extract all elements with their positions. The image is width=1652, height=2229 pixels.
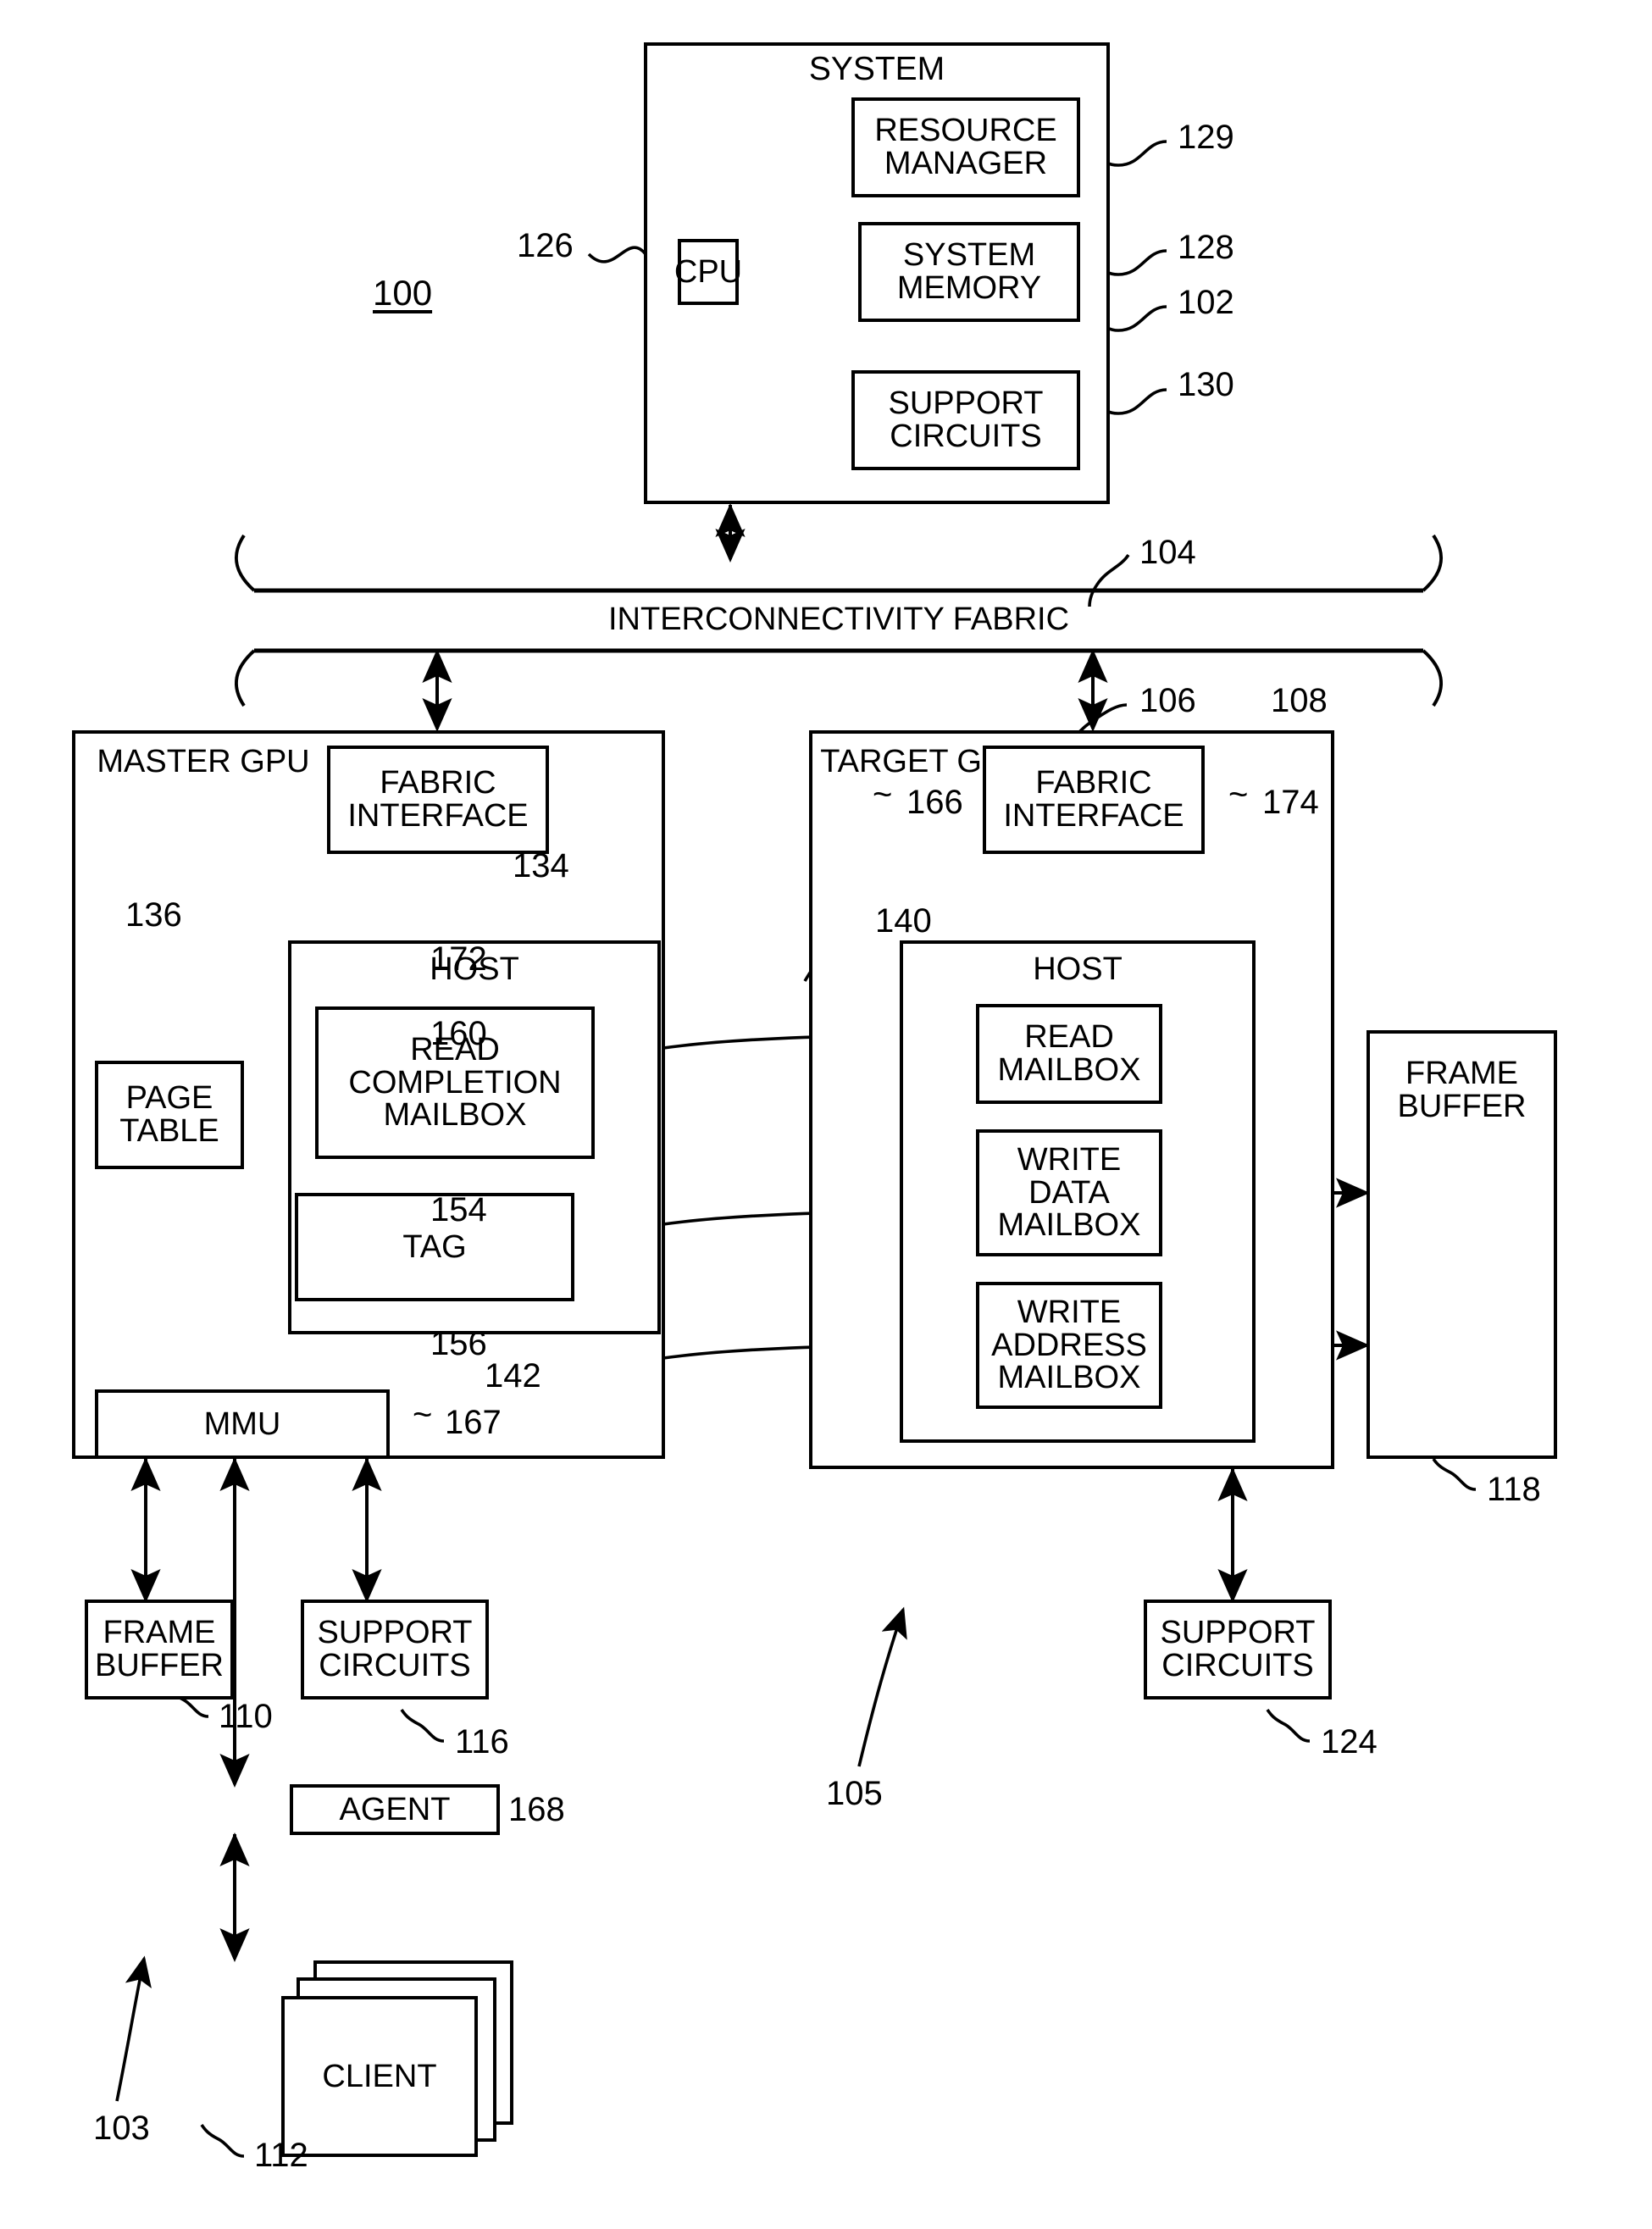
read-mailbox-line2: MAILBOX xyxy=(997,1052,1141,1088)
master-frame-buffer-line1: FRAME xyxy=(103,1615,216,1651)
ref-140: 140 xyxy=(875,902,932,940)
detail-ref-105: 105 xyxy=(826,1775,883,1812)
master-frame-buffer-line2: BUFFER xyxy=(95,1648,224,1683)
target-support-circuits-line2: CIRCUITS xyxy=(1161,1648,1314,1683)
target-support-circuits-line1: SUPPORT xyxy=(1160,1615,1316,1651)
master-fabric-interface-line2: INTERFACE xyxy=(347,798,529,834)
fabric-label: INTERCONNECTIVITY FABRIC xyxy=(607,602,1070,637)
ref-166: 166 xyxy=(906,784,963,821)
cpu-box[interactable]: CPU xyxy=(674,239,742,305)
ref-174: 174 xyxy=(1262,784,1319,821)
ref-112: 112 xyxy=(254,2137,308,2174)
resource-manager-label-line1: RESOURCE xyxy=(874,113,1057,149)
resource-manager-label-line2: MANAGER xyxy=(884,146,1048,181)
system-support-circuits-line2: CIRCUITS xyxy=(890,419,1042,454)
write-data-mailbox-box[interactable]: WRITE DATA MAILBOX xyxy=(976,1129,1162,1256)
master-frame-buffer-box[interactable]: FRAME BUFFER xyxy=(85,1600,234,1699)
agent-box[interactable]: AGENT xyxy=(290,1784,500,1835)
write-address-mailbox-line3: MAILBOX xyxy=(997,1360,1141,1396)
figure-ref-100: 100 xyxy=(373,273,433,313)
target-host-title: HOST xyxy=(1033,951,1123,987)
master-gpu-title-line2: GPU xyxy=(240,744,310,779)
target-fabric-interface-box[interactable]: FABRIC INTERFACE xyxy=(983,746,1205,854)
tilde-166: ~ xyxy=(873,776,893,813)
page-table-box[interactable]: PAGE TABLE xyxy=(95,1061,244,1169)
ref-124: 124 xyxy=(1321,1723,1378,1760)
target-gpu-title-line1: TARGET xyxy=(820,744,948,779)
patent-figure: SYSTEM CPU 126 RESOURCE MANAGER 129 SYST… xyxy=(0,0,1652,2229)
ref-104: 104 xyxy=(1139,534,1196,571)
cpu-label: CPU xyxy=(674,253,743,290)
tilde-174: ~ xyxy=(1228,776,1249,813)
mmu-box[interactable]: MMU xyxy=(95,1389,390,1459)
resource-manager-box[interactable]: RESOURCE MANAGER xyxy=(851,97,1080,197)
system-support-circuits-line1: SUPPORT xyxy=(888,385,1044,422)
write-data-mailbox-line3: MAILBOX xyxy=(997,1207,1141,1244)
ref-168: 168 xyxy=(508,1791,565,1828)
read-mailbox-line1: READ xyxy=(1024,1019,1114,1056)
master-fabric-interface-line1: FABRIC xyxy=(380,765,496,801)
master-support-circuits-line1: SUPPORT xyxy=(317,1615,473,1651)
system-memory-label-line2: MEMORY xyxy=(896,270,1042,306)
system-support-circuits-box[interactable]: SUPPORT CIRCUITS xyxy=(851,370,1080,470)
write-address-mailbox-line2: ADDRESS xyxy=(991,1327,1147,1363)
ref-154: 154 xyxy=(430,1191,487,1228)
client-label: CLIENT xyxy=(322,2058,437,2094)
read-completion-mailbox-line2: COMPLETION xyxy=(348,1064,562,1101)
ref-160: 160 xyxy=(430,1015,487,1052)
write-data-mailbox-line2: DATA xyxy=(1028,1174,1110,1211)
tilde-167: ~ xyxy=(413,1396,433,1433)
ref-110: 110 xyxy=(219,1698,273,1735)
master-support-circuits-box[interactable]: SUPPORT CIRCUITS xyxy=(301,1600,489,1699)
ref-106: 106 xyxy=(1139,682,1196,719)
ref-102: 102 xyxy=(1178,284,1234,321)
ref-118: 118 xyxy=(1487,1471,1541,1508)
ref-172: 172 xyxy=(430,940,487,978)
master-gpu-title-line1: MASTER xyxy=(97,744,231,779)
write-address-mailbox-line1: WRITE xyxy=(1017,1294,1122,1330)
ref-129: 129 xyxy=(1178,119,1234,156)
ref-167: 167 xyxy=(445,1404,502,1441)
ref-136: 136 xyxy=(125,896,182,934)
target-fabric-interface-line1: FABRIC xyxy=(1035,765,1152,801)
mmu-label: MMU xyxy=(203,1406,281,1442)
ref-116: 116 xyxy=(455,1723,509,1760)
ref-142: 142 xyxy=(485,1357,541,1395)
target-frame-buffer-line1: FRAME xyxy=(1405,1056,1518,1091)
ref-128: 128 xyxy=(1178,229,1234,266)
client-box[interactable]: CLIENT xyxy=(281,1996,478,2157)
page-table-line1: PAGE xyxy=(125,1080,213,1117)
system-memory-label-line1: SYSTEM xyxy=(902,237,1036,274)
ref-156: 156 xyxy=(430,1325,487,1362)
system-memory-box[interactable]: SYSTEM MEMORY xyxy=(858,222,1080,322)
target-fabric-interface-line2: INTERFACE xyxy=(1003,798,1184,834)
system-title: SYSTEM xyxy=(808,51,945,87)
ref-134: 134 xyxy=(513,847,569,884)
master-gpu-title: MASTER GPU xyxy=(93,746,313,779)
ref-108: 108 xyxy=(1271,682,1328,719)
read-mailbox-box[interactable]: READ MAILBOX xyxy=(976,1004,1162,1104)
write-address-mailbox-box[interactable]: WRITE ADDRESS MAILBOX xyxy=(976,1282,1162,1409)
ref-130: 130 xyxy=(1178,366,1234,403)
target-frame-buffer-box[interactable]: FRAME BUFFER xyxy=(1367,1030,1557,1459)
tag-label: TAG xyxy=(402,1228,467,1265)
read-completion-mailbox-line3: MAILBOX xyxy=(383,1097,527,1134)
master-support-circuits-line2: CIRCUITS xyxy=(319,1648,471,1683)
page-table-line2: TABLE xyxy=(119,1113,219,1149)
detail-ref-103: 103 xyxy=(93,2110,150,2147)
target-support-circuits-box[interactable]: SUPPORT CIRCUITS xyxy=(1144,1600,1332,1699)
target-frame-buffer-line2: BUFFER xyxy=(1397,1088,1527,1124)
ref-126: 126 xyxy=(517,227,574,264)
agent-label: AGENT xyxy=(339,1791,451,1827)
master-fabric-interface-box[interactable]: FABRIC INTERFACE xyxy=(327,746,549,854)
write-data-mailbox-line1: WRITE xyxy=(1017,1141,1122,1178)
